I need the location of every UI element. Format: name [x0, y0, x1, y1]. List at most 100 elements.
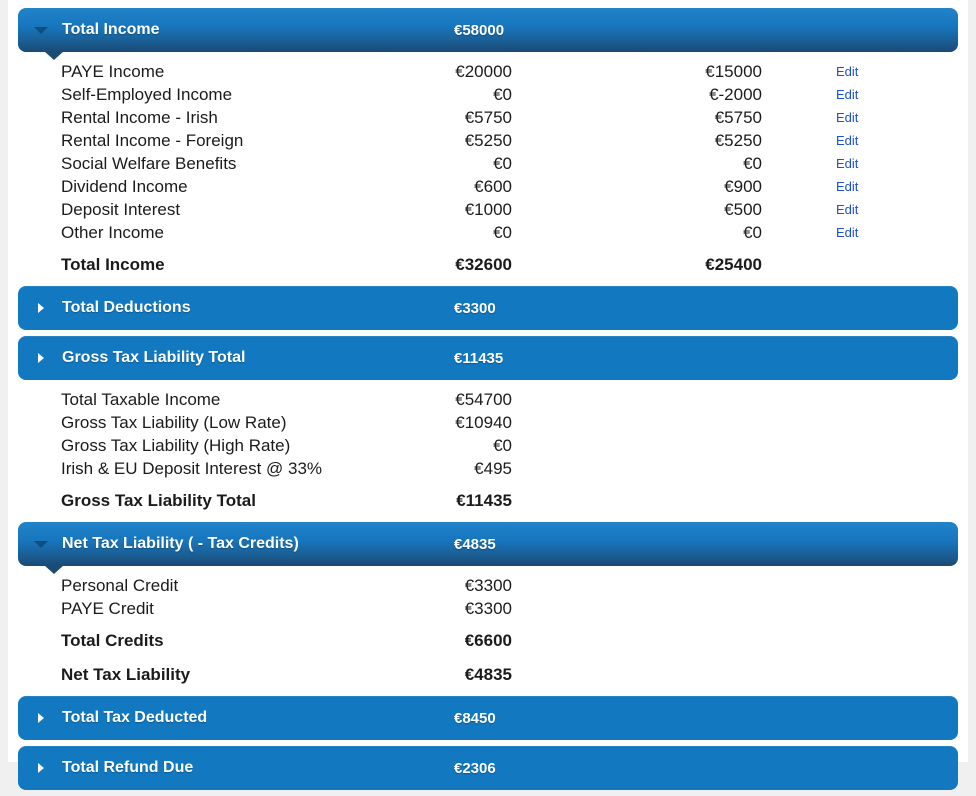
section-body-total-income: PAYE Income €20000 €15000 Edit Self-Employed… [8, 52, 968, 286]
section-header-total-deductions[interactable]: Total Deductions €3300 [18, 286, 958, 330]
page-root: Total Income €58000 PAYE Income €20000 €1500… [0, 0, 976, 790]
caret-right-icon[interactable] [34, 303, 48, 313]
total-row-label: Gross Tax Liability Total [61, 491, 256, 510]
section-title: Total Deductions [62, 299, 191, 316]
row-value-secondary: €5250 [714, 131, 762, 150]
detail-row: Dividend Income €600 €900 Edit [8, 175, 968, 198]
detail-row: Gross Tax Liability (Low Rate) €10940 [8, 411, 968, 434]
section-total-value: €2306 [454, 759, 496, 777]
row-label: Dividend Income [61, 177, 188, 196]
detail-row: Gross Tax Liability (High Rate) €0 [8, 434, 968, 457]
edit-link[interactable]: Edit [836, 198, 858, 221]
detail-row: Personal Credit €3300 [8, 574, 968, 597]
row-value-primary: €5750 [464, 108, 512, 127]
row-label: Rental Income - Foreign [61, 131, 244, 150]
edit-link[interactable]: Edit [836, 60, 858, 83]
section-header-total-income[interactable]: Total Income €58000 [18, 8, 958, 60]
caret-right-icon[interactable] [34, 763, 48, 773]
total-row-label: Total Income [61, 255, 165, 274]
total-row-label: Total Credits [61, 631, 164, 650]
detail-row: Other Income €0 €0 Edit [8, 221, 968, 244]
row-value-primary: €495 [474, 459, 512, 478]
section-header-net-tax-liability[interactable]: Net Tax Liability ( - Tax Credits) €4835 [18, 522, 958, 574]
row-label: Gross Tax Liability (Low Rate) [61, 413, 287, 432]
edit-link[interactable]: Edit [836, 129, 858, 152]
edit-link[interactable]: Edit [836, 106, 858, 129]
edit-link[interactable]: Edit [836, 175, 858, 198]
section-total-value: €3300 [454, 299, 496, 317]
row-value-primary: €10940 [455, 413, 512, 432]
section-header-total-refund-due[interactable]: Total Refund Due €2306 [18, 746, 958, 790]
section-header-gross-tax-liability-total[interactable]: Gross Tax Liability Total €11435 [18, 336, 958, 380]
edit-link[interactable]: Edit [836, 221, 858, 244]
caret-right-icon[interactable] [34, 713, 48, 723]
section-total-value: €8450 [454, 709, 496, 727]
row-label: Irish & EU Deposit Interest @ 33% [61, 459, 323, 478]
total-row-value-primary: €6600 [464, 631, 512, 650]
total-row-value-primary: €4835 [464, 665, 512, 684]
detail-row: Deposit Interest €1000 €500 Edit [8, 198, 968, 221]
detail-row: Rental Income - Foreign €5250 €5250 Edit [8, 129, 968, 152]
tax-summary-accordion: Total Income €58000 PAYE Income €20000 €1500… [8, 0, 968, 796]
caret-down-icon-glyph [34, 26, 48, 34]
section-body-net-tax-liability: Personal Credit €3300 PAYE Credit €3300 Tota… [8, 566, 968, 696]
total-row-label: Net Tax Liability [61, 665, 191, 684]
row-label: Total Taxable Income [61, 390, 221, 409]
section-total-value: €58000 [454, 21, 505, 39]
caret-down-icon[interactable] [34, 540, 48, 548]
caret-right-icon-glyph [38, 713, 44, 723]
section-body-gross-tax-liability-total: Total Taxable Income €54700 Gross Tax Liab… [8, 380, 968, 522]
row-label: PAYE Credit [61, 599, 154, 618]
total-row-value-primary: €32600 [455, 255, 512, 274]
row-value-primary: €3300 [464, 599, 512, 618]
row-value-primary: €3300 [464, 576, 512, 595]
caret-right-icon-glyph [38, 763, 44, 773]
row-value-primary: €20000 [455, 62, 512, 81]
row-label: Deposit Interest [61, 200, 181, 219]
row-value-primary: €1000 [464, 200, 512, 219]
row-value-primary: €600 [474, 177, 512, 196]
caret-right-icon[interactable] [34, 353, 48, 363]
detail-row: PAYE Income €20000 €15000 Edit [8, 60, 968, 83]
row-value-secondary: €0 [743, 154, 762, 173]
row-value-primary: €5250 [464, 131, 512, 150]
total-row: Total Credits €6600 [8, 627, 968, 654]
row-label: PAYE Income [61, 62, 165, 81]
edit-link[interactable]: Edit [836, 152, 858, 175]
edit-link[interactable]: Edit [836, 83, 858, 106]
section-title: Gross Tax Liability Total [62, 349, 246, 366]
row-value-secondary: €5750 [714, 108, 762, 127]
caret-down-icon-glyph [34, 540, 48, 548]
total-row: Net Tax Liability €4835 [8, 661, 968, 688]
section-total-value: €11435 [454, 349, 504, 367]
row-value-primary: €54700 [455, 390, 512, 409]
row-label: Personal Credit [61, 576, 179, 595]
detail-row: Self-Employed Income €0 €-2000 Edit [8, 83, 968, 106]
row-label: Social Welfare Benefits [61, 154, 237, 173]
total-row-value-secondary: €25400 [705, 255, 762, 274]
detail-row: PAYE Credit €3300 [8, 597, 968, 620]
total-row: Total Income €32600 €25400 [8, 251, 968, 278]
caret-down-icon[interactable] [34, 26, 48, 34]
row-value-primary: €0 [493, 85, 512, 104]
caret-right-icon-glyph [38, 303, 44, 313]
row-label: Other Income [61, 223, 164, 242]
section-title: Net Tax Liability ( - Tax Credits) [62, 535, 299, 552]
row-value-secondary: €900 [724, 177, 762, 196]
row-value-secondary: €15000 [705, 62, 762, 81]
row-label: Rental Income - Irish [61, 108, 218, 127]
row-value-primary: €0 [493, 154, 512, 173]
caret-right-icon-glyph [38, 353, 44, 363]
section-header-total-tax-deducted[interactable]: Total Tax Deducted €8450 [18, 696, 958, 740]
row-value-secondary: €500 [724, 200, 762, 219]
total-row: Gross Tax Liability Total €11435 [8, 487, 968, 514]
tax-summary-card: Total Income €58000 PAYE Income €20000 €1500… [8, 0, 968, 790]
detail-row: Total Taxable Income €54700 [8, 388, 968, 411]
row-value-secondary: €0 [743, 223, 762, 242]
detail-row: Social Welfare Benefits €0 €0 Edit [8, 152, 968, 175]
section-title: Total Tax Deducted [62, 709, 208, 726]
row-label: Self-Employed Income [61, 85, 233, 104]
detail-row: Rental Income - Irish €5750 €5750 Edit [8, 106, 968, 129]
row-value-secondary: €-2000 [709, 85, 762, 104]
